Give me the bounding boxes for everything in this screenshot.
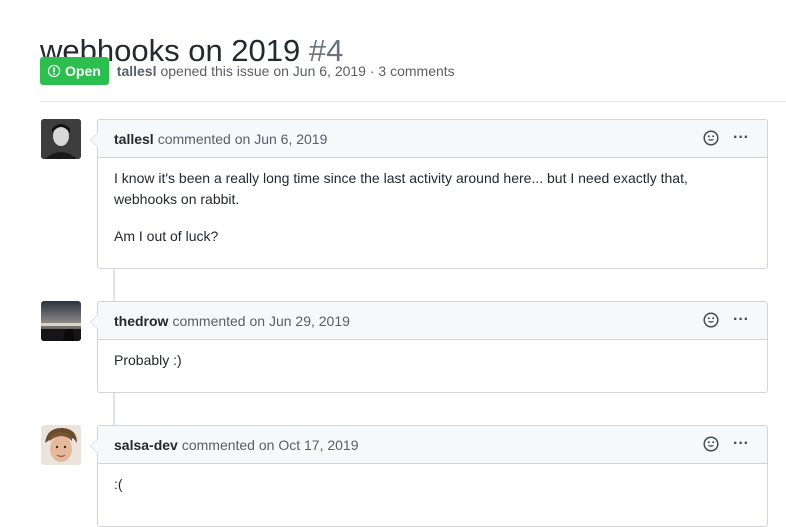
kebab-horizontal-icon[interactable]: ···	[733, 436, 749, 452]
smiley-icon[interactable]	[703, 312, 719, 328]
timeline-connector	[113, 268, 115, 301]
kebab-horizontal-icon[interactable]: ···	[733, 312, 749, 328]
user-avatar-image	[41, 119, 81, 159]
issue-opened-icon	[47, 64, 61, 78]
smiley-icon[interactable]	[703, 436, 719, 452]
comment-date[interactable]: commented on Oct 17, 2019	[182, 437, 359, 453]
comment-body: Probably :)	[98, 340, 767, 371]
issue-meta-text: opened this issue on Jun 6, 2019 · 3 com…	[160, 63, 455, 79]
avatar[interactable]	[41, 119, 81, 159]
comment-paragraph: Probably :)	[114, 352, 182, 368]
comment-body: I know it's been a really long time sinc…	[98, 158, 767, 247]
comment-date[interactable]: commented on Jun 29, 2019	[172, 313, 349, 329]
smiley-icon[interactable]	[703, 130, 719, 146]
comment-date[interactable]: commented on Jun 6, 2019	[158, 131, 328, 147]
avatar[interactable]	[41, 425, 81, 465]
comment-header: salsa-dev commented on Oct 17, 2019 ···	[98, 426, 767, 464]
status-badge-label: Open	[65, 63, 101, 79]
status-badge: Open	[40, 57, 109, 85]
comment-paragraph: I know it's been a really long time sinc…	[114, 170, 688, 207]
comment-body: :(	[98, 464, 767, 495]
timeline-connector	[113, 392, 115, 426]
comment-author-link[interactable]: salsa-dev	[114, 437, 178, 453]
comment-card: thedrow commented on Jun 29, 2019 ··· Pr…	[90, 301, 768, 393]
user-avatar-image	[41, 425, 81, 465]
comment-author-link[interactable]: tallesl	[114, 131, 154, 147]
comment-author-link[interactable]: thedrow	[114, 313, 168, 329]
comment-actions: ···	[703, 130, 749, 146]
header-divider	[40, 101, 786, 102]
comment-card: salsa-dev commented on Oct 17, 2019 ··· …	[90, 425, 768, 527]
kebab-horizontal-icon[interactable]: ···	[733, 130, 749, 146]
comment-card: tallesl commented on Jun 6, 2019 ··· I k…	[90, 119, 768, 269]
issue-meta: Open tallesl opened this issue on Jun 6,…	[40, 57, 455, 85]
comment-paragraph: Am I out of luck?	[114, 228, 219, 244]
user-avatar-image	[41, 301, 81, 341]
issue-author-link[interactable]: tallesl	[117, 63, 157, 79]
avatar[interactable]	[41, 301, 81, 341]
comment-paragraph: :(	[114, 476, 123, 492]
comment-actions: ···	[703, 312, 749, 328]
comment-header: tallesl commented on Jun 6, 2019 ···	[98, 120, 767, 158]
comment-actions: ···	[703, 436, 749, 452]
comment-header: thedrow commented on Jun 29, 2019 ···	[98, 302, 767, 340]
